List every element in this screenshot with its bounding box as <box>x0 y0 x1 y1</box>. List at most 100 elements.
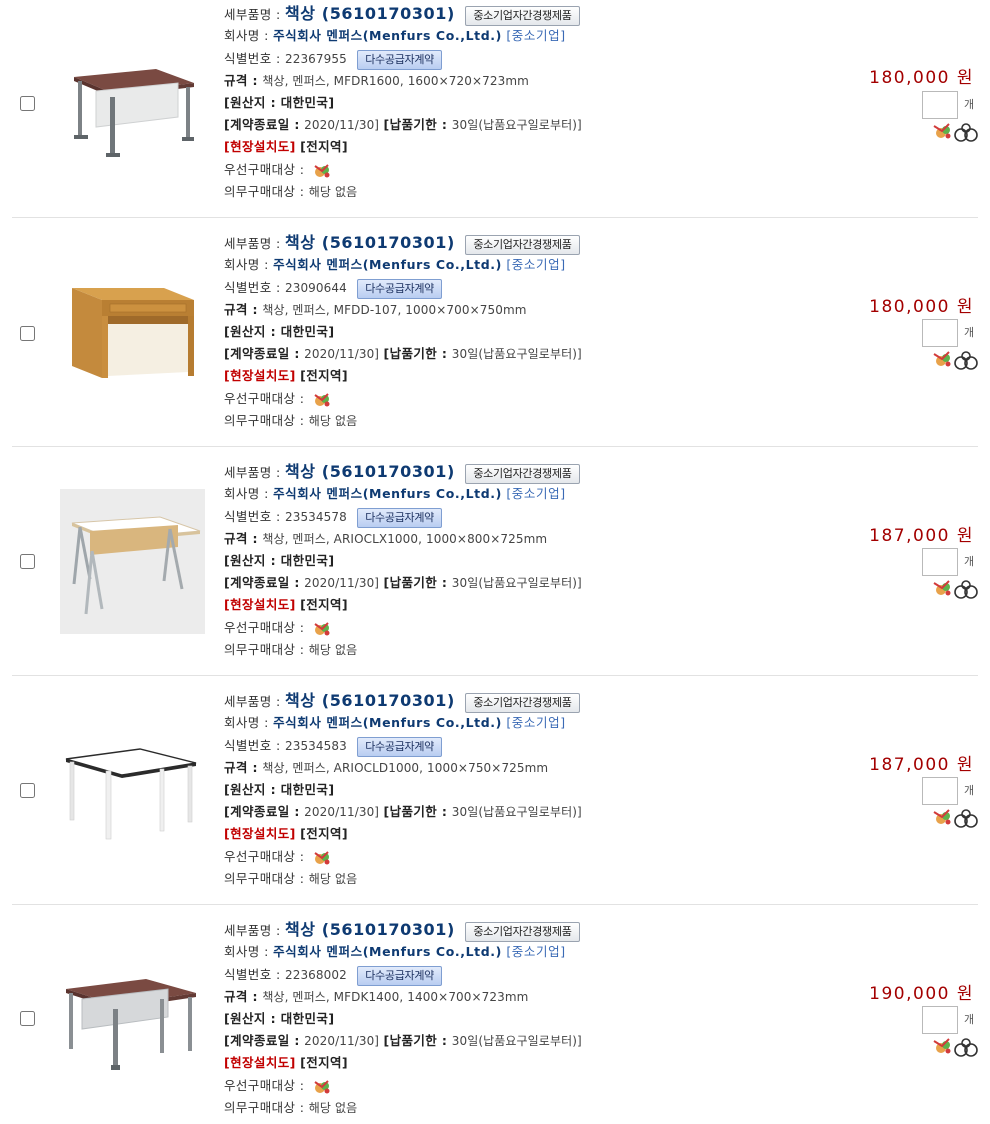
delivery-term: 30일(납품요구일로부터)] <box>451 347 582 361</box>
priority-purchase-icon <box>933 123 951 139</box>
origin-label: [원산지 : 대한민국] <box>224 95 335 110</box>
product-image[interactable] <box>60 953 205 1078</box>
priority-label: 우선구매대상 : <box>224 162 305 177</box>
origin-label: [원산지 : 대한민국] <box>224 782 335 797</box>
detail-name-label: 세부품명 : <box>224 465 281 480</box>
unit-label: 개 <box>964 98 975 111</box>
contract-end-label: [계약종료일 : <box>224 346 300 361</box>
product-row: 세부품명 : 책상 (5610170301) 중소기업자간경쟁제품 회사명 : … <box>0 905 978 1124</box>
company-label: 회사명 : <box>224 257 269 272</box>
quantity-input[interactable] <box>922 777 958 805</box>
region-label: [전지역] <box>300 368 349 383</box>
quantity-input[interactable] <box>922 1006 958 1034</box>
mandatory-label: 의무구매대상 : <box>224 642 305 657</box>
detail-name-label: 세부품명 : <box>224 923 281 938</box>
delivery-label: [납품기한 : <box>383 1033 448 1048</box>
sme-competition-badge: 중소기업자간경쟁제품 <box>465 921 580 942</box>
priority-purchase-icon <box>314 850 330 864</box>
multi-supplier-contract-badge: 다수공급자계약 <box>357 278 442 299</box>
company-link[interactable]: 주식회사 멘퍼스(Menfurs Co.,Ltd.) <box>273 944 502 959</box>
delivery-label: [납품기한 : <box>383 804 448 819</box>
company-type: [중소기업] <box>506 944 566 959</box>
desk-white-a-frame-icon <box>60 489 205 634</box>
sme-competition-badge: 중소기업자간경쟁제품 <box>465 463 580 484</box>
product-name-link[interactable]: 책상 (5610170301) <box>285 233 455 252</box>
id-number: 23534583 <box>284 739 347 753</box>
desk-oak-icon <box>72 288 194 378</box>
compare-icon[interactable] <box>954 1038 978 1057</box>
compare-icon[interactable] <box>954 123 978 142</box>
priority-purchase-icon <box>314 163 330 177</box>
select-checkbox[interactable] <box>20 96 35 111</box>
quantity-input[interactable] <box>922 91 958 119</box>
action-icons <box>932 577 980 601</box>
detail-name-label: 세부품명 : <box>224 7 281 22</box>
install-drawing-link[interactable]: [현장설치도] <box>224 826 296 841</box>
company-label: 회사명 : <box>224 715 269 730</box>
priority-label: 우선구매대상 : <box>224 620 305 635</box>
contract-end-label: [계약종료일 : <box>224 1033 300 1048</box>
region-label: [전지역] <box>300 1055 349 1070</box>
region-label: [전지역] <box>300 597 349 612</box>
company-type: [중소기업] <box>506 486 566 501</box>
mandatory-value: 해당 없음 <box>308 414 358 428</box>
delivery-term: 30일(납품요구일로부터)] <box>451 1034 582 1048</box>
contract-end-date: 2020/11/30] <box>304 576 380 590</box>
sme-competition-badge: 중소기업자간경쟁제품 <box>465 5 580 26</box>
select-checkbox[interactable] <box>20 554 35 569</box>
spec-value: 책상, 멘퍼스, ARIOCLD1000, 1000×750×725mm <box>262 761 549 775</box>
id-number: 22367955 <box>284 52 347 66</box>
id-label: 식별번호 : <box>224 967 281 982</box>
quantity-input[interactable] <box>922 319 958 347</box>
quantity-input[interactable] <box>922 548 958 576</box>
install-drawing-link[interactable]: [현장설치도] <box>224 1055 296 1070</box>
desk-mahogany-icon <box>74 69 194 157</box>
install-drawing-link[interactable]: [현장설치도] <box>224 368 296 383</box>
product-image[interactable] <box>60 268 205 393</box>
company-link[interactable]: 주식회사 멘퍼스(Menfurs Co.,Ltd.) <box>273 486 502 501</box>
priority-label: 우선구매대상 : <box>224 1078 305 1093</box>
product-name-link[interactable]: 책상 (5610170301) <box>285 4 455 23</box>
select-checkbox[interactable] <box>20 1011 35 1026</box>
select-checkbox[interactable] <box>20 783 35 798</box>
action-icons <box>932 348 980 372</box>
detail-name-label: 세부품명 : <box>224 694 281 709</box>
priority-label: 우선구매대상 : <box>224 391 305 406</box>
spec-value: 책상, 멘퍼스, MFDR1600, 1600×720×723mm <box>262 74 529 88</box>
origin-label: [원산지 : 대한민국] <box>224 1011 335 1026</box>
priority-purchase-icon <box>933 580 951 596</box>
product-image[interactable] <box>60 39 205 164</box>
price: 187,000 원 <box>869 526 974 546</box>
select-checkbox[interactable] <box>20 326 35 341</box>
company-link[interactable]: 주식회사 멘퍼스(Menfurs Co.,Ltd.) <box>273 257 502 272</box>
contract-end-date: 2020/11/30] <box>304 347 380 361</box>
spec-label: 규격 : <box>224 760 258 775</box>
contract-end-label: [계약종료일 : <box>224 117 300 132</box>
install-drawing-link[interactable]: [현장설치도] <box>224 597 296 612</box>
company-link[interactable]: 주식회사 멘퍼스(Menfurs Co.,Ltd.) <box>273 28 502 43</box>
product-name-link[interactable]: 책상 (5610170301) <box>285 920 455 939</box>
compare-icon[interactable] <box>954 580 978 599</box>
product-name-link[interactable]: 책상 (5610170301) <box>285 691 455 710</box>
spec-label: 규격 : <box>224 989 258 1004</box>
install-drawing-link[interactable]: [현장설치도] <box>224 139 296 154</box>
multi-supplier-contract-badge: 다수공급자계약 <box>357 965 442 986</box>
product-row: 세부품명 : 책상 (5610170301) 중소기업자간경쟁제품 회사명 : … <box>0 0 978 218</box>
price: 187,000 원 <box>869 755 974 775</box>
spec-label: 규격 : <box>224 302 258 317</box>
product-image[interactable] <box>60 721 205 846</box>
mandatory-value: 해당 없음 <box>308 1101 358 1115</box>
region-label: [전지역] <box>300 826 349 841</box>
compare-icon[interactable] <box>954 809 978 828</box>
product-name-link[interactable]: 책상 (5610170301) <box>285 462 455 481</box>
unit-label: 개 <box>964 784 975 797</box>
priority-purchase-icon <box>933 1038 951 1054</box>
company-link[interactable]: 주식회사 멘퍼스(Menfurs Co.,Ltd.) <box>273 715 502 730</box>
company-type: [중소기업] <box>506 715 566 730</box>
detail-name-label: 세부품명 : <box>224 236 281 251</box>
compare-icon[interactable] <box>954 351 978 370</box>
priority-purchase-icon <box>933 809 951 825</box>
spec-label: 규격 : <box>224 531 258 546</box>
mandatory-label: 의무구매대상 : <box>224 1100 305 1115</box>
product-image[interactable] <box>60 489 205 634</box>
